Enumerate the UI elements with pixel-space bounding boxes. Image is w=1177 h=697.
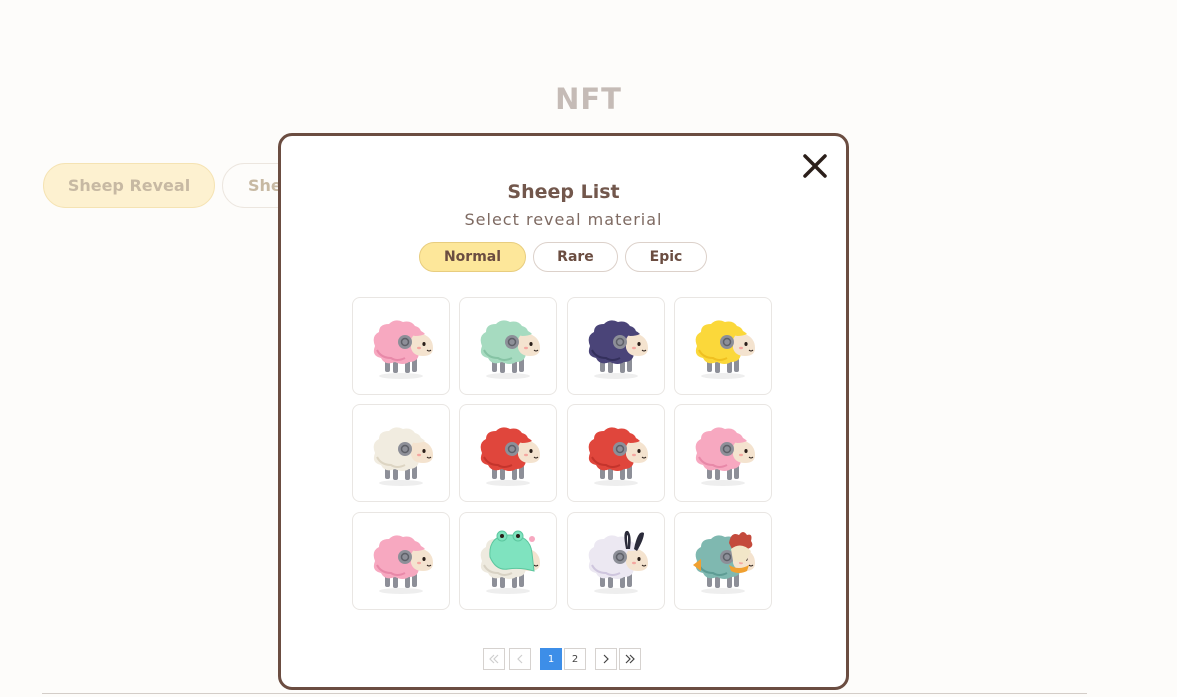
- chevron-right-icon[interactable]: [595, 648, 617, 670]
- rarity-tab-epic[interactable]: Epic: [625, 242, 707, 272]
- modal-subtitle: Select reveal material: [464, 210, 663, 229]
- page-1-button[interactable]: 1: [540, 648, 562, 670]
- sheep-card-mint[interactable]: [459, 297, 557, 395]
- sheep-card-pink[interactable]: [674, 404, 772, 502]
- sheep-card-cream[interactable]: [352, 404, 450, 502]
- sheep-card-navy[interactable]: [567, 297, 665, 395]
- chevron-left-icon[interactable]: [509, 648, 531, 670]
- sheep-card-yellow[interactable]: [674, 297, 772, 395]
- sheep-card-bunny-ears[interactable]: [567, 512, 665, 610]
- close-icon[interactable]: [799, 150, 831, 182]
- modal-title: Sheep List: [507, 181, 620, 203]
- sheep-card-pink[interactable]: [352, 297, 450, 395]
- sheep-card-frog-hood[interactable]: [459, 512, 557, 610]
- sheep-card-red[interactable]: [459, 404, 557, 502]
- modal-overlay: Sheep List Select reveal material Normal…: [0, 0, 1177, 697]
- rarity-tab-rare[interactable]: Rare: [533, 242, 618, 272]
- sheep-list-modal: Sheep List Select reveal material Normal…: [278, 133, 849, 690]
- sheep-card-rooster-costume[interactable]: [674, 512, 772, 610]
- sheep-card-pink[interactable]: [352, 512, 450, 610]
- page-2-button[interactable]: 2: [564, 648, 586, 670]
- double-chevron-right-icon[interactable]: [619, 648, 641, 670]
- double-chevron-left-icon[interactable]: [483, 648, 505, 670]
- sheep-card-red[interactable]: [567, 404, 665, 502]
- rarity-tab-normal[interactable]: Normal: [419, 242, 526, 272]
